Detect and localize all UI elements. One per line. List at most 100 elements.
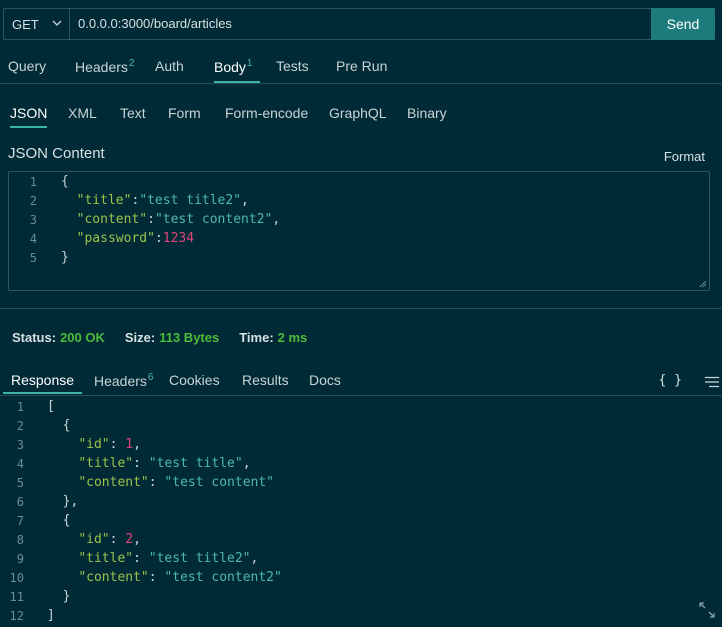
tab-docs[interactable]: Docs bbox=[309, 372, 341, 388]
tab-label: Results bbox=[242, 372, 289, 388]
code-token: "id" bbox=[78, 532, 110, 547]
code-line: }, bbox=[47, 494, 79, 513]
code-token: : bbox=[148, 570, 165, 585]
tab-query[interactable]: Query bbox=[8, 58, 46, 74]
code-line: "id": 2, bbox=[47, 532, 141, 551]
url-input[interactable]: 0.0.0.0:3000/board/articles bbox=[78, 16, 232, 31]
code-line: "content":"test content2", bbox=[61, 212, 281, 231]
tab-auth[interactable]: Auth bbox=[155, 58, 184, 74]
line-number: 8 bbox=[16, 533, 24, 547]
tab-response-headers[interactable]: Headers6 bbox=[94, 372, 153, 389]
line-number: 3 bbox=[16, 438, 24, 452]
code-token: , bbox=[133, 532, 141, 547]
code-token: "id" bbox=[78, 437, 110, 452]
response-tabs: Response Headers6 Cookies Results Docs bbox=[0, 370, 722, 396]
request-body-editor[interactable]: 1{2 "title":"test title2", 3 "content":"t… bbox=[8, 171, 710, 291]
line-number: 9 bbox=[16, 552, 24, 566]
line-number: 2 bbox=[29, 194, 37, 208]
time-label: Time: bbox=[239, 330, 274, 345]
code-token: "title" bbox=[76, 193, 132, 208]
body-tab-form[interactable]: Form bbox=[168, 105, 201, 121]
code-token: ] bbox=[47, 608, 55, 623]
code-token: } bbox=[61, 250, 69, 265]
format-button[interactable]: Format bbox=[664, 149, 705, 164]
status-label: Status: bbox=[12, 330, 57, 345]
code-token: "title" bbox=[78, 551, 134, 566]
code-token: [ bbox=[47, 399, 55, 414]
tab-badge: 2 bbox=[128, 58, 135, 69]
tab-badge: 6 bbox=[147, 372, 154, 383]
code-line: } bbox=[61, 250, 69, 269]
line-number: 7 bbox=[16, 514, 24, 528]
resize-grip-icon[interactable] bbox=[699, 280, 707, 288]
code-line: { bbox=[47, 513, 71, 532]
tab-label: Pre Run bbox=[336, 58, 388, 74]
code-line: "title":"test title2", bbox=[61, 193, 249, 212]
method-value: GET bbox=[12, 16, 39, 32]
tab-badge: 1 bbox=[246, 58, 253, 69]
code-token: "password" bbox=[76, 231, 155, 246]
tab-label: Response bbox=[11, 372, 75, 388]
method-select[interactable]: GET bbox=[4, 9, 70, 39]
line-number: 1 bbox=[16, 400, 24, 414]
line-number: 4 bbox=[16, 457, 24, 471]
code-token: , bbox=[272, 212, 281, 227]
code-token: } bbox=[47, 589, 71, 604]
line-number: 10 bbox=[9, 571, 24, 585]
json-content-label: JSON Content bbox=[8, 145, 105, 162]
expand-icon[interactable] bbox=[698, 601, 716, 619]
size-label: Size: bbox=[124, 330, 156, 345]
code-token: 1 bbox=[125, 437, 134, 452]
tab-pre-run[interactable]: Pre Run bbox=[336, 58, 387, 74]
tab-response[interactable]: Response bbox=[2, 372, 83, 394]
body-tab-json[interactable]: JSON bbox=[10, 105, 48, 128]
tab-body[interactable]: Body1 bbox=[214, 58, 262, 83]
line-number: 2 bbox=[16, 419, 24, 433]
tab-cookies[interactable]: Cookies bbox=[169, 372, 220, 388]
body-tab-graphql[interactable]: GraphQL bbox=[329, 105, 387, 121]
code-token: 1234 bbox=[162, 231, 195, 246]
code-line: "title": "test title", bbox=[47, 456, 251, 475]
tab-label: Query bbox=[8, 58, 47, 74]
line-number: 3 bbox=[29, 213, 37, 227]
tab-tests[interactable]: Tests bbox=[276, 58, 309, 74]
menu-icon[interactable] bbox=[705, 376, 719, 388]
body-tab-binary[interactable]: Binary bbox=[407, 105, 447, 121]
tab-results[interactable]: Results bbox=[242, 372, 289, 388]
code-token: "test content2" bbox=[164, 570, 282, 585]
code-token: , bbox=[242, 456, 251, 471]
line-number: 5 bbox=[16, 476, 24, 490]
code-token: , bbox=[133, 437, 141, 452]
send-button[interactable]: Send bbox=[651, 8, 715, 40]
code-line: { bbox=[61, 174, 69, 193]
request-bar: GET 0.0.0.0:3000/board/articles Send bbox=[3, 8, 715, 40]
code-line: { bbox=[47, 418, 71, 437]
braces-button[interactable]: { } bbox=[659, 373, 682, 388]
code-token: 2 bbox=[125, 532, 134, 547]
code-token: : bbox=[133, 551, 149, 566]
status-value: 200 OK bbox=[60, 330, 105, 345]
code-token: "content" bbox=[78, 475, 149, 490]
code-line: [ bbox=[47, 399, 55, 418]
code-token: : bbox=[133, 456, 149, 471]
body-tab-form-encode[interactable]: Form-encode bbox=[225, 105, 308, 121]
tab-headers[interactable]: Headers2 bbox=[75, 58, 134, 75]
code-token: "test content" bbox=[164, 475, 274, 490]
body-tab-xml[interactable]: XML bbox=[68, 105, 97, 121]
line-number: 6 bbox=[16, 495, 24, 509]
code-line: "content": "test content2" bbox=[47, 570, 282, 589]
body-tab-text[interactable]: Text bbox=[120, 105, 146, 121]
line-number: 12 bbox=[9, 609, 24, 623]
code-token: "content" bbox=[78, 570, 149, 585]
code-token: "title" bbox=[78, 456, 134, 471]
code-token: { bbox=[47, 513, 71, 528]
chevron-down-icon bbox=[52, 20, 62, 26]
code-token: { bbox=[47, 418, 71, 433]
code-token: , bbox=[241, 193, 249, 208]
line-number: 4 bbox=[29, 232, 37, 246]
code-line: } bbox=[47, 589, 71, 608]
response-body-viewer[interactable]: 1 [2 {3 "id": 1, 4 "title": "test title", 5… bbox=[0, 396, 722, 625]
